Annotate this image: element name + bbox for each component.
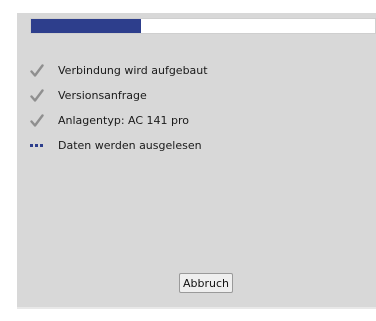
- step-label: Verbindung wird aufgebaut: [58, 64, 208, 77]
- step-item: Verbindung wird aufgebaut: [30, 58, 208, 83]
- step-item: Daten werden ausgelesen: [30, 133, 208, 158]
- progress-dialog: Verbindung wird aufgebaut Versionsanfrag…: [17, 13, 376, 308]
- step-item: Versionsanfrage: [30, 83, 208, 108]
- checkmark-icon: [30, 63, 50, 79]
- checkmark-icon: [30, 88, 50, 104]
- checkmark-icon: [30, 113, 50, 129]
- step-label: Daten werden ausgelesen: [58, 139, 202, 152]
- step-label: Versionsanfrage: [58, 89, 147, 102]
- dialog-bottom-edge: [17, 307, 376, 309]
- progress-fill: [31, 19, 142, 33]
- progress-bar: [30, 18, 376, 34]
- step-label: Anlagentyp: AC 141 pro: [58, 114, 190, 127]
- busy-dots-icon: [30, 138, 50, 154]
- step-item: Anlagentyp: AC 141 pro: [30, 108, 208, 133]
- step-list: Verbindung wird aufgebaut Versionsanfrag…: [30, 58, 208, 158]
- cancel-button[interactable]: Abbruch: [179, 273, 233, 293]
